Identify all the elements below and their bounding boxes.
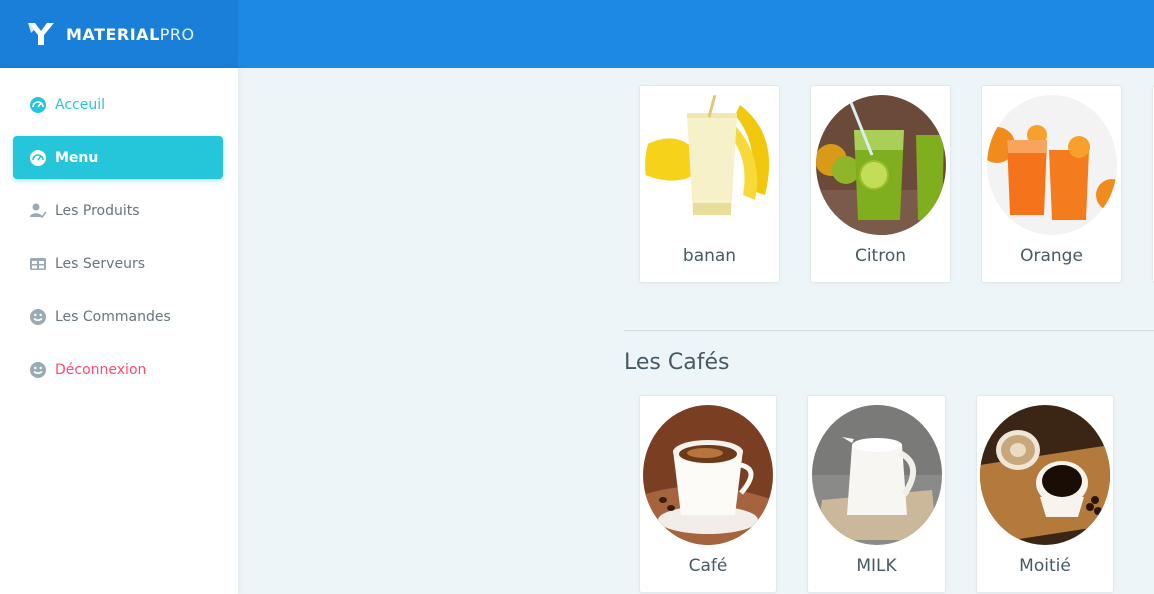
gauge-icon (29, 149, 47, 167)
sidebar-item-label: Déconnexion (55, 361, 147, 378)
coffee-cups-image (980, 405, 1110, 545)
user-check-icon (29, 202, 47, 220)
sidebar-item-label: Menu (55, 149, 99, 166)
sidebar-item-label: Acceuil (55, 96, 105, 113)
main-content: banan Citron Orange Les Cafés Café MILK … (238, 68, 1154, 594)
lemonade-image (815, 95, 946, 235)
espresso-cup-image (643, 405, 773, 545)
logo-icon (28, 23, 54, 45)
product-label: banan (682, 246, 737, 266)
sidebar-item-acceuil[interactable]: Acceuil (13, 83, 223, 126)
table-icon (29, 255, 47, 273)
product-card-citron[interactable]: Citron (810, 85, 951, 283)
section-divider (624, 330, 1154, 331)
product-label: Café (688, 556, 728, 576)
sidebar-item-label: Les Commandes (55, 308, 171, 325)
sidebar-item-menu[interactable]: Menu (13, 136, 223, 179)
smiley-icon (29, 361, 47, 379)
gauge-icon (29, 96, 47, 114)
sidebar-item-produits[interactable]: Les Produits (13, 189, 223, 232)
brand-name: MATERIALPRO (66, 24, 195, 44)
sidebar-item-label: Les Serveurs (55, 255, 145, 272)
banana-smoothie-image (644, 95, 775, 235)
product-label: MILK (856, 556, 897, 576)
sidebar: Acceuil Menu Les Produits Les Serveurs L… (0, 68, 238, 594)
product-card-moitie[interactable]: Moitié (976, 395, 1114, 593)
orange-juice-image (986, 95, 1117, 235)
milk-jug-image (811, 405, 942, 545)
product-label: Orange (1020, 246, 1083, 266)
product-card-milk[interactable]: MILK (807, 395, 946, 593)
product-label: Citron (854, 246, 907, 266)
smiley-icon (29, 308, 47, 326)
sidebar-item-commandes[interactable]: Les Commandes (13, 295, 223, 338)
section-title-cafes: Les Cafés (624, 350, 730, 375)
brand-logo[interactable]: MATERIALPRO (0, 0, 238, 68)
product-label: Moitié (1019, 556, 1071, 576)
product-card-orange[interactable]: Orange (981, 85, 1122, 283)
product-card-cafe[interactable]: Café (639, 395, 777, 593)
product-card-banan[interactable]: banan (639, 85, 780, 283)
sidebar-item-label: Les Produits (55, 202, 140, 219)
sidebar-item-deconnexion[interactable]: Déconnexion (13, 348, 223, 391)
sidebar-item-serveurs[interactable]: Les Serveurs (13, 242, 223, 285)
